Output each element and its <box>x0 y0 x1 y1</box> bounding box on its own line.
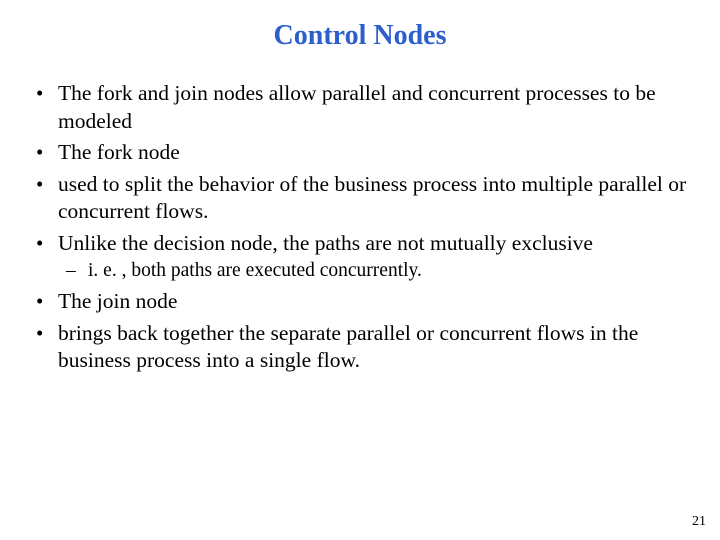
bullet-item: The fork node <box>32 139 688 167</box>
bullet-text: The fork and join nodes allow parallel a… <box>58 81 656 133</box>
page-number: 21 <box>692 514 706 530</box>
sub-bullet-text: i. e. , both paths are executed concurre… <box>88 260 422 281</box>
bullet-item: The join node <box>32 288 688 316</box>
bullet-item: used to split the behavior of the busine… <box>32 171 688 226</box>
sub-bullet-list: i. e. , both paths are executed concurre… <box>58 259 688 284</box>
bullet-list: The fork and join nodes allow parallel a… <box>32 80 688 375</box>
slide-title: Control Nodes <box>0 0 720 62</box>
bullet-text: used to split the behavior of the busine… <box>58 172 686 224</box>
bullet-item: brings back together the separate parall… <box>32 320 688 375</box>
bullet-text: The join node <box>58 289 177 313</box>
bullet-text: Unlike the decision node, the paths are … <box>58 231 593 255</box>
slide: Control Nodes The fork and join nodes al… <box>0 0 720 540</box>
bullet-text: The fork node <box>58 140 180 164</box>
bullet-text: brings back together the separate parall… <box>58 321 638 373</box>
bullet-item: The fork and join nodes allow parallel a… <box>32 80 688 135</box>
sub-bullet-item: i. e. , both paths are executed concurre… <box>58 259 688 284</box>
bullet-item: Unlike the decision node, the paths are … <box>32 230 688 284</box>
slide-body: The fork and join nodes allow parallel a… <box>0 62 720 375</box>
